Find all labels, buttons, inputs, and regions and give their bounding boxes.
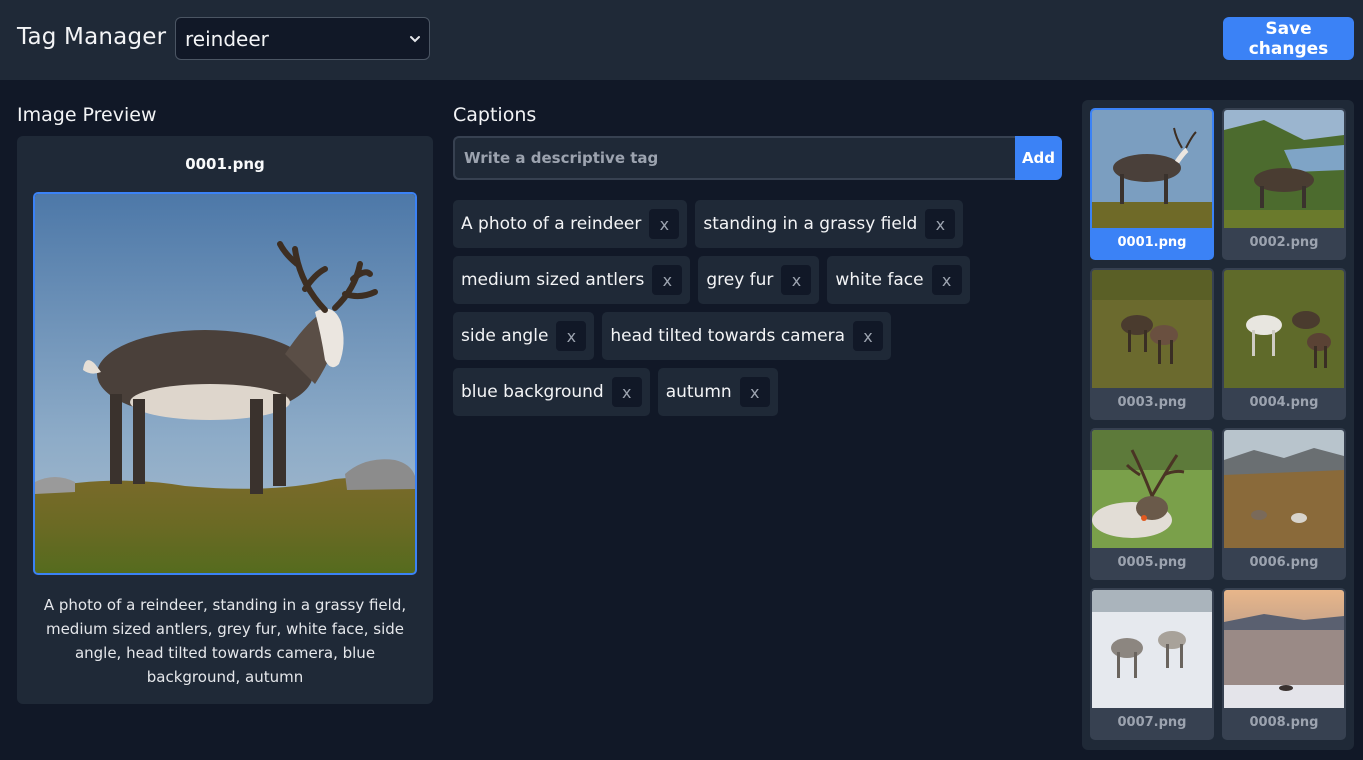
dataset-select-value: reindeer (185, 27, 269, 51)
tag-input[interactable] (453, 136, 1015, 180)
thumbnail-filename: 0001.png (1117, 235, 1187, 250)
tag-chip: A photo of a reindeer x (453, 200, 688, 248)
tag-chip: blue background x (453, 368, 650, 416)
thumbnail-image (1092, 430, 1212, 548)
thumbnail-image (1224, 110, 1344, 228)
remove-tag-button[interactable]: x (611, 377, 642, 407)
tag-label: autumn (665, 382, 732, 402)
thumbnail-image (1224, 590, 1344, 708)
preview-caption: A photo of a reindeer, standing in a gra… (43, 596, 407, 686)
remove-tag-button[interactable]: x (649, 209, 680, 239)
thumbnail-filename: 0003.png (1117, 395, 1187, 410)
image-preview-panel: 0001.png A photo of a reindeer, standing… (17, 136, 433, 704)
dataset-select[interactable]: reindeer (175, 17, 430, 60)
preview-image (33, 192, 417, 575)
tag-chip: head tilted towards camera x (602, 312, 892, 360)
thumbnail-card[interactable]: 0007.png (1090, 588, 1214, 740)
add-tag-button[interactable]: Add (1015, 136, 1062, 180)
thumbnail-image (1224, 270, 1344, 388)
thumbnail-card[interactable]: 0003.png (1090, 268, 1214, 420)
tag-chip: side angle x (453, 312, 595, 360)
tag-label: standing in a grassy field (703, 214, 918, 234)
thumbnail-image (1092, 110, 1212, 228)
thumbnail-image (1092, 590, 1212, 708)
thumbnail-filename: 0004.png (1249, 395, 1319, 410)
tag-chip: standing in a grassy field x (695, 200, 964, 248)
thumbnail-card[interactable]: 0004.png (1222, 268, 1346, 420)
thumbnail-image (1092, 270, 1212, 388)
tag-label: head tilted towards camera (610, 326, 846, 346)
captions-heading: Captions (453, 104, 537, 126)
tag-chip: white face x (827, 256, 970, 304)
thumbnail-filename: 0002.png (1249, 235, 1319, 250)
image-preview-heading: Image Preview (17, 104, 157, 126)
thumbnail-card[interactable]: 0008.png (1222, 588, 1346, 740)
tag-list: A photo of a reindeer x standing in a gr… (453, 200, 973, 416)
chevron-down-icon (409, 33, 421, 45)
tag-label: blue background (461, 382, 604, 402)
thumbnail-panel: 0001.png 0002.png 0003.png 0004.png 0005… (1082, 100, 1354, 750)
app-title: Tag Manager (17, 24, 167, 50)
tag-chip: grey fur x (698, 256, 820, 304)
thumbnail-filename: 0008.png (1249, 715, 1319, 730)
tag-label: white face (835, 270, 924, 290)
remove-tag-button[interactable]: x (931, 265, 962, 295)
preview-filename: 0001.png (185, 155, 265, 173)
save-changes-button[interactable]: Save changes (1223, 17, 1354, 60)
tag-chip: autumn x (657, 368, 778, 416)
top-bar: Tag Manager reindeer Save changes (0, 0, 1363, 80)
remove-tag-button[interactable]: x (556, 321, 587, 351)
remove-tag-button[interactable]: x (739, 377, 770, 407)
tag-label: grey fur (706, 270, 774, 290)
tag-chip: medium sized antlers x (453, 256, 691, 304)
thumbnail-filename: 0005.png (1117, 555, 1187, 570)
thumbnail-card[interactable]: 0005.png (1090, 428, 1214, 580)
thumbnail-filename: 0006.png (1249, 555, 1319, 570)
remove-tag-button[interactable]: x (652, 265, 683, 295)
tag-label: A photo of a reindeer (461, 214, 642, 234)
thumbnail-card[interactable]: 0006.png (1222, 428, 1346, 580)
thumbnail-filename: 0007.png (1117, 715, 1187, 730)
tag-label: side angle (461, 326, 549, 346)
tag-label: medium sized antlers (461, 270, 645, 290)
remove-tag-button[interactable]: x (853, 321, 884, 351)
remove-tag-button[interactable]: x (781, 265, 812, 295)
thumbnail-card[interactable]: 0002.png (1222, 108, 1346, 260)
thumbnail-card[interactable]: 0001.png (1090, 108, 1214, 260)
thumbnail-image (1224, 430, 1344, 548)
remove-tag-button[interactable]: x (925, 209, 956, 239)
